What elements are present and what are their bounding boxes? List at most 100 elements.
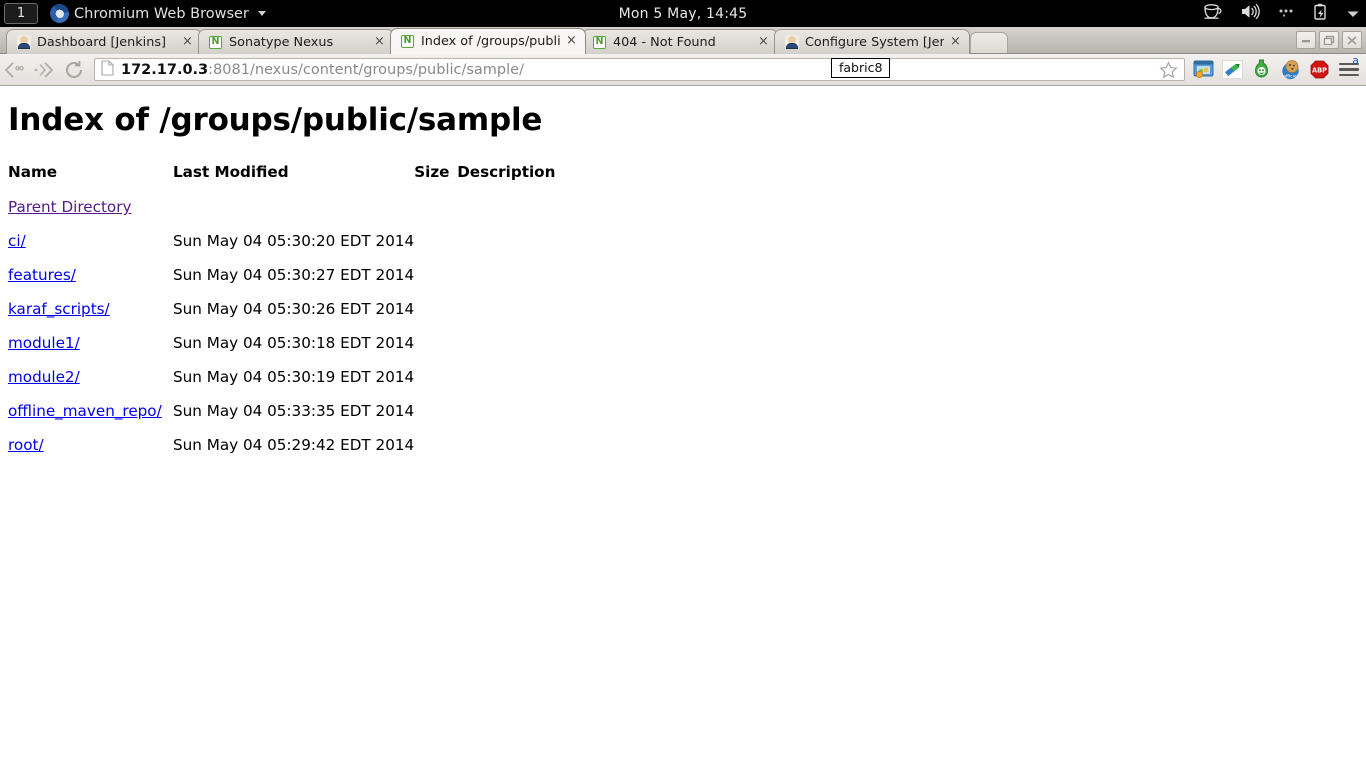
cookie-extension-icon[interactable]: official: [1280, 59, 1301, 80]
url-path: :8081/nexus/content/groups/public/sample…: [208, 61, 524, 78]
cell-description: [457, 232, 555, 266]
system-top-panel: 1 Chromium Web Browser Mon 5 May, 14:45: [0, 0, 1366, 27]
system-tray: [1203, 0, 1360, 27]
new-tab-button[interactable]: [970, 32, 1008, 53]
browser-tab-strip: Dashboard [Jenkins] × N Sonatype Nexus ×…: [0, 27, 1366, 54]
cell-last-modified: Sun May 04 05:30:27 EDT 2014: [173, 266, 415, 284]
close-button[interactable]: [1342, 31, 1362, 49]
link-root[interactable]: root/: [8, 436, 44, 454]
table-row: module2/ Sun May 04 05:30:19 EDT 2014: [8, 368, 555, 402]
adblock-plus-extension-icon[interactable]: ABP: [1309, 59, 1330, 80]
tab-404-not-found[interactable]: N 404 - Not Found ×: [582, 29, 778, 54]
tab-sonatype-nexus[interactable]: N Sonatype Nexus ×: [198, 29, 394, 54]
link-karaf-scripts[interactable]: karaf_scripts/: [8, 300, 110, 318]
link-module2[interactable]: module2/: [8, 368, 80, 386]
cell-last-modified: Sun May 04 05:30:18 EDT 2014: [173, 334, 415, 352]
marker-pen-extension-icon[interactable]: [1222, 59, 1243, 80]
cell-size: [414, 334, 457, 368]
tab-close-button[interactable]: ×: [564, 33, 579, 49]
link-module1[interactable]: module1/: [8, 334, 80, 352]
cell-description: [457, 436, 555, 470]
tab-label: Sonatype Nexus: [229, 34, 334, 50]
cell-size: [414, 198, 457, 232]
tab-close-button[interactable]: ×: [756, 34, 771, 50]
reload-icon[interactable]: [60, 56, 90, 84]
address-bar[interactable]: 172.17.0.3:8081/nexus/content/groups/pub…: [94, 58, 1185, 81]
page-content: Index of /groups/public/sample Name Last…: [0, 87, 1366, 768]
table-row: ci/ Sun May 04 05:30:20 EDT 2014: [8, 232, 555, 266]
cell-size: [414, 436, 457, 470]
app-menu-button[interactable]: Chromium Web Browser: [50, 4, 266, 23]
cell-size: [414, 266, 457, 300]
green-bottle-extension-icon[interactable]: [1251, 59, 1272, 80]
cell-last-modified: Sun May 04 05:30:20 EDT 2014: [173, 232, 415, 250]
jenkins-butler-icon: [784, 35, 799, 50]
tab-close-button[interactable]: ×: [180, 34, 195, 50]
tab-label: Index of /groups/publi: [421, 34, 560, 49]
column-header-description: Description: [457, 163, 556, 181]
svg-text:ABP: ABP: [1312, 66, 1327, 74]
link-parent-directory[interactable]: Parent Directory: [8, 198, 131, 216]
cell-last-modified: Sun May 04 05:30:19 EDT 2014: [173, 368, 415, 386]
forward-arrow-icon[interactable]: [30, 56, 60, 84]
table-row: karaf_scripts/ Sun May 04 05:30:26 EDT 2…: [8, 300, 555, 334]
cell-description: [457, 198, 555, 232]
menu-badge: a: [1352, 53, 1359, 67]
column-header-size: Size: [414, 163, 450, 181]
cell-size: [414, 232, 457, 266]
table-row: Parent Directory: [8, 198, 555, 232]
coffee-cup-icon[interactable]: [1203, 3, 1223, 24]
status-tooltip: fabric8: [831, 58, 891, 78]
chromium-logo-icon: [50, 4, 69, 23]
chevron-down-icon[interactable]: [1346, 4, 1360, 23]
table-header-row: Name Last Modified Size Description: [8, 163, 555, 198]
directory-index-table: Name Last Modified Size Description Pare…: [8, 163, 555, 470]
chevron-down-icon: [257, 11, 266, 16]
three-dots-icon[interactable]: [1277, 4, 1295, 23]
link-offline-maven-repo[interactable]: offline_maven_repo/: [8, 402, 162, 420]
cell-last-modified: Sun May 04 05:30:26 EDT 2014: [173, 300, 415, 318]
window-controls: [1296, 31, 1362, 49]
app-menu-label: Chromium Web Browser: [74, 5, 249, 22]
svg-text:official: official: [1283, 74, 1297, 80]
cell-description: [457, 266, 555, 300]
cell-size: [414, 300, 457, 334]
link-features[interactable]: features/: [8, 266, 76, 284]
tab-configure-system-jenkins[interactable]: Configure System [Jenk ×: [774, 29, 970, 54]
tab-label: Dashboard [Jenkins]: [37, 34, 166, 50]
page-document-icon: [101, 59, 114, 80]
tab-close-button[interactable]: ×: [372, 34, 387, 50]
hamburger-menu-icon[interactable]: a: [1338, 53, 1360, 82]
table-row: features/ Sun May 04 05:30:27 EDT 2014: [8, 266, 555, 300]
back-arrow-icon[interactable]: [0, 56, 30, 84]
cell-description: [457, 334, 555, 368]
table-row: module1/ Sun May 04 05:30:18 EDT 2014: [8, 334, 555, 368]
screenshot-window-extension-icon[interactable]: [1193, 59, 1214, 80]
cell-description: [457, 402, 555, 436]
volume-speaker-icon[interactable]: [1240, 3, 1260, 24]
cell-size: [414, 368, 457, 402]
table-row: offline_maven_repo/ Sun May 04 05:33:35 …: [8, 402, 555, 436]
battery-clipboard-icon[interactable]: [1312, 3, 1329, 25]
browser-toolbar: 172.17.0.3:8081/nexus/content/groups/pub…: [0, 54, 1366, 86]
nexus-n-icon: N: [400, 34, 415, 49]
cell-description: [457, 368, 555, 402]
jenkins-butler-icon: [16, 35, 31, 50]
bookmark-star-icon[interactable]: [1159, 61, 1178, 83]
restore-button[interactable]: [1319, 31, 1339, 49]
extension-toolbar: official ABP a: [1193, 53, 1366, 82]
tab-label: Configure System [Jenk: [805, 34, 944, 50]
tab-label: 404 - Not Found: [613, 34, 716, 50]
tab-dashboard-jenkins[interactable]: Dashboard [Jenkins] ×: [6, 29, 202, 54]
nexus-n-icon: N: [592, 35, 607, 50]
column-header-name: Name: [8, 163, 58, 181]
minimize-button[interactable]: [1296, 31, 1316, 49]
cell-description: [457, 300, 555, 334]
tab-close-button[interactable]: ×: [948, 34, 963, 50]
tab-index-of-groups-public[interactable]: N Index of /groups/publi ×: [390, 28, 586, 54]
url-host: 172.17.0.3: [121, 61, 209, 78]
address-bar-url: 172.17.0.3:8081/nexus/content/groups/pub…: [121, 62, 524, 78]
link-ci[interactable]: ci/: [8, 232, 26, 250]
workspace-indicator[interactable]: 1: [4, 3, 38, 24]
column-header-last-modified: Last Modified: [173, 163, 289, 181]
